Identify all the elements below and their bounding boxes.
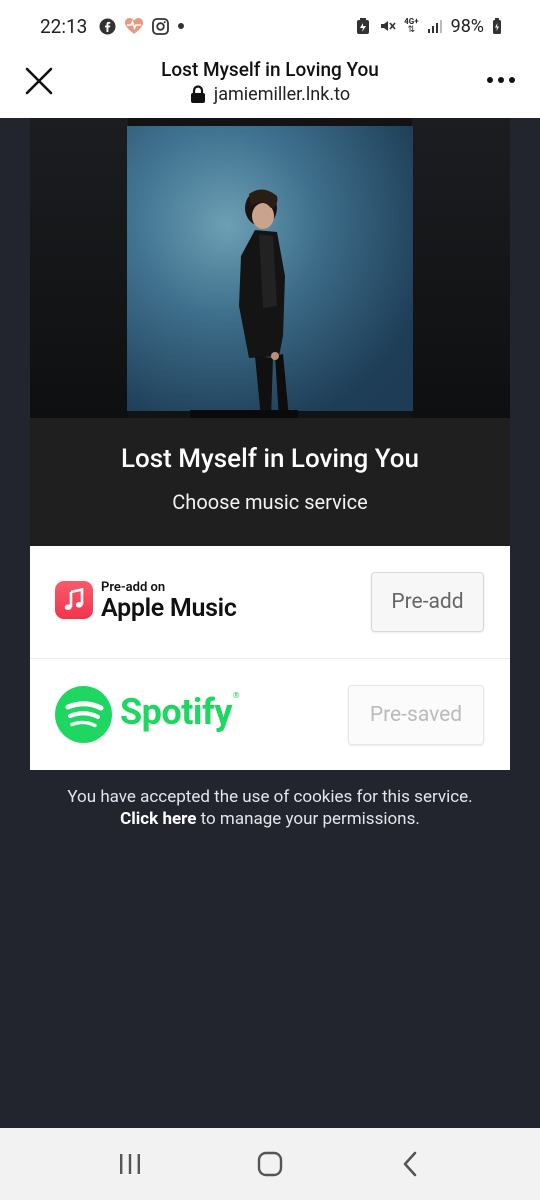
recent-apps-button[interactable] [110,1144,150,1184]
mute-icon [378,17,396,35]
artwork-side-right [412,118,510,418]
artwork-side-left [30,118,128,418]
url-display[interactable]: jamiemiller.lnk.to [0,84,540,105]
artwork-shadow [190,410,298,418]
artist-figure [239,189,289,418]
more-dot-icon [487,77,493,83]
browser-header: Lost Myself in Loving You jamiemiller.ln… [0,52,540,118]
health-heart-icon [124,17,144,35]
service-row-spotify: Spotify® Pre-saved [30,658,510,770]
registered-mark: ® [232,691,239,700]
home-icon [257,1151,283,1177]
network-4g-icon: 4G+ ⇅ [404,17,419,35]
release-card: Lost Myself in Loving You Choose music s… [30,118,510,770]
page-title: Lost Myself in Loving You [161,58,379,81]
status-left: 22:13 [40,15,185,38]
page-content: Lost Myself in Loving You Choose music s… [0,118,540,1128]
spotify-wordmark: Spotify® [120,691,239,733]
battery-percent: 98% [450,15,484,37]
more-options-button[interactable] [484,70,518,90]
cookie-notice: You have accepted the use of cookies for… [0,786,540,830]
album-artwork [127,126,413,418]
cookie-notice-line1: You have accepted the use of cookies for… [67,787,473,807]
signal-icon [427,18,443,34]
cookie-notice-line2: Click here to manage your permissions. [0,808,540,830]
back-icon [403,1151,417,1177]
system-nav-bar [0,1128,540,1200]
pre-saved-button[interactable]: Pre-saved [348,685,484,745]
cookie-notice-rest: to manage your permissions. [196,809,420,829]
battery-saver-icon [356,17,370,35]
spotify-icon [55,686,112,743]
pre-add-button[interactable]: Pre-add [371,572,484,632]
dot-icon [177,22,185,30]
status-right: 4G+ ⇅ 98% [356,16,502,37]
back-button[interactable] [390,1144,430,1184]
release-subtitle: Choose music service [172,490,368,514]
recent-apps-icon [120,1154,140,1174]
url-text: jamiemiller.lnk.to [213,84,351,105]
lock-icon [190,85,205,103]
apple-music-name: Apple Music [101,594,237,623]
release-title: Lost Myself in Loving You [121,444,419,474]
apple-music-tagline: Pre-add on [101,580,166,595]
status-bar: 22:13 4G+ ⇅ 98% [0,0,540,52]
spotify-label: Spotify [120,691,232,733]
apple-music-label: Apple Music [101,594,237,623]
facebook-icon [99,18,116,35]
more-dot-icon [498,77,504,83]
release-info-panel: Lost Myself in Loving You Choose music s… [30,418,510,546]
more-dot-icon [509,77,515,83]
battery-icon [492,17,502,35]
instagram-icon [152,17,170,35]
status-time: 22:13 [40,14,88,38]
manage-permissions-link[interactable]: Click here [120,809,196,829]
service-row-apple-music: Pre-add on Apple Music Pre-add [30,546,510,658]
artwork-container [30,118,510,418]
apple-music-icon [55,581,93,619]
home-button[interactable] [250,1144,290,1184]
